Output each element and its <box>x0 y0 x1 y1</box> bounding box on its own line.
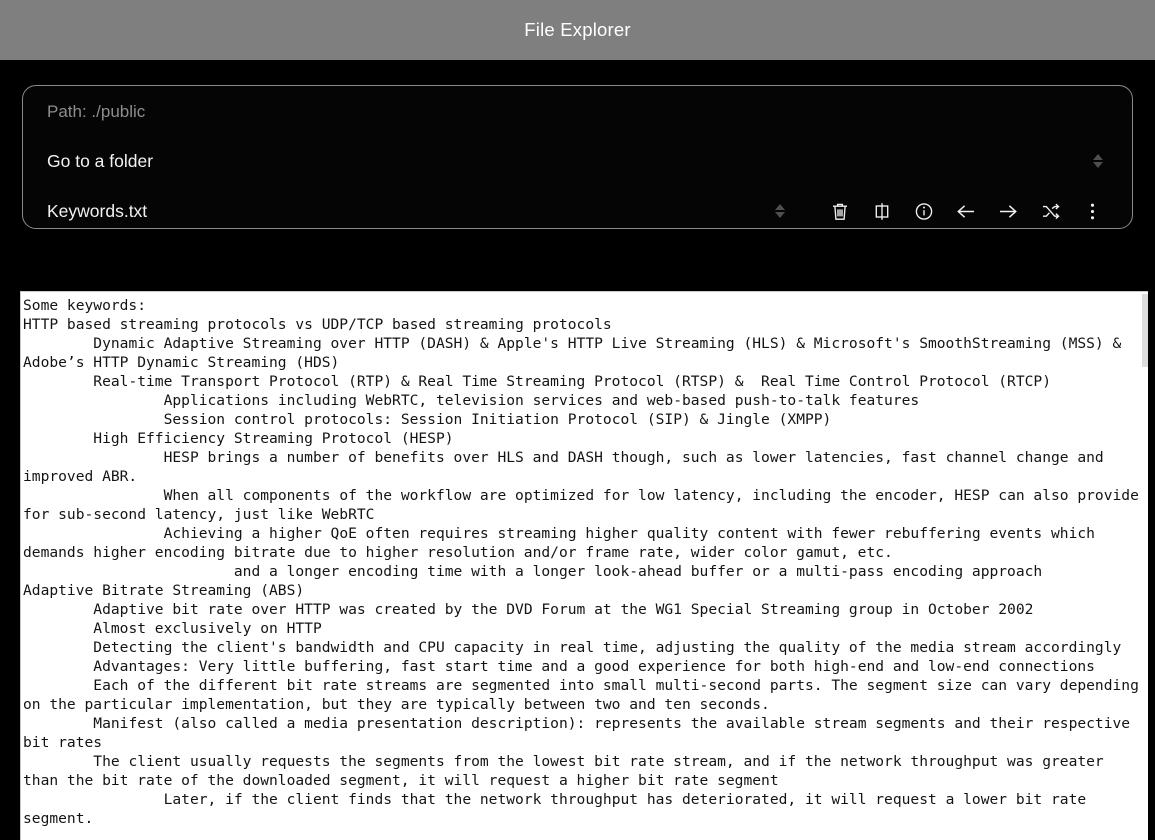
file-row-controls <box>772 196 1108 226</box>
folder-entry-row[interactable]: Go to a folder <box>47 138 1108 184</box>
arrow-left-icon[interactable] <box>950 196 982 226</box>
sort-updown-icon[interactable] <box>1090 150 1106 172</box>
viewer-inner: Some keywords: HTTP based streaming prot… <box>21 292 1155 840</box>
app-body: Path: ./public Go to a folder Keywords.t… <box>0 60 1155 840</box>
path-label: Path: ./public <box>47 102 146 121</box>
flip-icon[interactable] <box>866 196 898 226</box>
sort-updown-icon[interactable] <box>772 200 788 222</box>
shuffle-icon[interactable] <box>1034 196 1066 226</box>
file-text-content[interactable]: Some keywords: HTTP based streaming prot… <box>21 292 1155 828</box>
more-vertical-icon[interactable] <box>1076 196 1108 226</box>
viewer-right-gap <box>1148 291 1155 840</box>
window-titlebar: File Explorer <box>0 0 1155 60</box>
folder-entry-label[interactable]: Go to a folder <box>47 151 153 172</box>
file-entry-label[interactable]: Keywords.txt <box>47 201 147 222</box>
file-browser-panel: Path: ./public Go to a folder Keywords.t… <box>22 85 1133 229</box>
file-entry-row[interactable]: Keywords.txt <box>47 188 1108 234</box>
arrow-right-icon[interactable] <box>992 196 1024 226</box>
window-title: File Explorer <box>524 19 631 40</box>
folder-row-controls <box>1090 150 1108 172</box>
file-content-viewer: Some keywords: HTTP based streaming prot… <box>20 291 1155 840</box>
info-icon[interactable] <box>908 196 940 226</box>
path-row: Path: ./public <box>47 86 1108 138</box>
delete-icon[interactable] <box>824 196 856 226</box>
